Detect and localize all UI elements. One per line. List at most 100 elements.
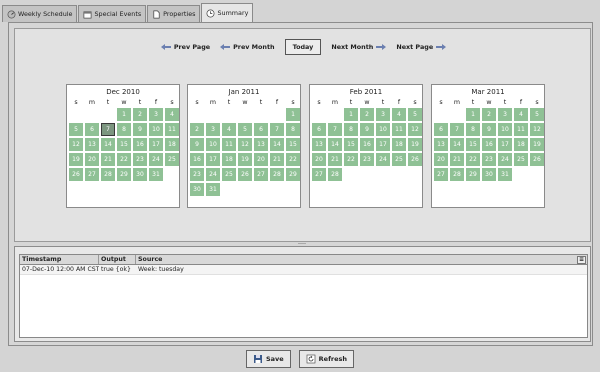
day-cell[interactable]: 4	[165, 108, 179, 121]
day-cell[interactable]: 21	[101, 153, 115, 166]
day-cell[interactable]: 27	[85, 168, 99, 181]
tab-weekly-schedule[interactable]: Weekly Schedule	[2, 5, 78, 22]
day-cell[interactable]: 12	[238, 138, 252, 151]
day-cell[interactable]: 30	[482, 168, 496, 181]
day-cell[interactable]: 22	[117, 153, 131, 166]
day-cell[interactable]: 15	[466, 138, 480, 151]
day-cell[interactable]: 31	[206, 183, 220, 196]
day-cell[interactable]: 17	[206, 153, 220, 166]
day-cell[interactable]: 1	[466, 108, 480, 121]
day-cell[interactable]: 11	[222, 138, 236, 151]
day-cell[interactable]: 25	[514, 153, 528, 166]
day-cell[interactable]: 13	[312, 138, 326, 151]
day-cell[interactable]: 10	[149, 123, 163, 136]
refresh-button[interactable]: Refresh	[298, 350, 355, 368]
day-cell[interactable]: 3	[376, 108, 390, 121]
day-cell[interactable]: 11	[514, 123, 528, 136]
day-cell[interactable]: 7	[270, 123, 284, 136]
day-cell[interactable]: 17	[149, 138, 163, 151]
day-cell[interactable]: 25	[222, 168, 236, 181]
day-cell[interactable]: 28	[328, 168, 342, 181]
today-button[interactable]: Today	[284, 39, 322, 55]
table-row[interactable]: 07-Dec-10 12:00 AM CST true {ok} Week: t…	[20, 265, 587, 275]
day-cell[interactable]: 8	[286, 123, 300, 136]
day-cell[interactable]: 12	[408, 123, 422, 136]
day-cell[interactable]: 5	[238, 123, 252, 136]
day-cell[interactable]: 19	[69, 153, 83, 166]
day-cell[interactable]: 26	[238, 168, 252, 181]
day-cell[interactable]: 14	[101, 138, 115, 151]
day-cell[interactable]: 27	[312, 168, 326, 181]
day-cell[interactable]: 14	[328, 138, 342, 151]
day-cell[interactable]: 3	[498, 108, 512, 121]
day-cell[interactable]: 26	[530, 153, 544, 166]
day-cell[interactable]: 13	[85, 138, 99, 151]
day-cell[interactable]: 30	[133, 168, 147, 181]
day-cell[interactable]: 4	[392, 108, 406, 121]
day-cell[interactable]: 17	[498, 138, 512, 151]
day-cell[interactable]: 26	[69, 168, 83, 181]
day-cell[interactable]: 31	[149, 168, 163, 181]
day-cell[interactable]: 19	[408, 138, 422, 151]
day-cell[interactable]: 2	[482, 108, 496, 121]
day-cell[interactable]: 23	[190, 168, 204, 181]
day-cell[interactable]: 2	[360, 108, 374, 121]
day-cell[interactable]: 15	[286, 138, 300, 151]
prev-month-link[interactable]: Prev Month	[220, 43, 275, 51]
day-cell[interactable]: 24	[149, 153, 163, 166]
day-cell[interactable]: 2	[190, 123, 204, 136]
day-cell[interactable]: 8	[466, 123, 480, 136]
day-cell[interactable]: 19	[238, 153, 252, 166]
day-cell[interactable]: 6	[254, 123, 268, 136]
day-cell[interactable]: 30	[190, 183, 204, 196]
day-cell[interactable]: 17	[376, 138, 390, 151]
column-header-source[interactable]: Source	[136, 255, 576, 264]
day-cell[interactable]: 9	[133, 123, 147, 136]
day-cell[interactable]: 20	[434, 153, 448, 166]
day-cell[interactable]: 12	[69, 138, 83, 151]
day-cell[interactable]: 12	[530, 123, 544, 136]
day-cell[interactable]: 20	[85, 153, 99, 166]
day-cell[interactable]: 26	[408, 153, 422, 166]
day-cell[interactable]: 6	[85, 123, 99, 136]
day-cell[interactable]: 28	[101, 168, 115, 181]
day-cell[interactable]: 9	[360, 123, 374, 136]
day-cell[interactable]: 6	[434, 123, 448, 136]
day-cell[interactable]: 10	[498, 123, 512, 136]
day-cell[interactable]: 22	[466, 153, 480, 166]
day-cell[interactable]: 16	[482, 138, 496, 151]
save-button[interactable]: Save	[245, 350, 291, 368]
day-cell[interactable]: 18	[392, 138, 406, 151]
column-header-timestamp[interactable]: Timestamp	[20, 255, 99, 264]
day-cell[interactable]: 29	[117, 168, 131, 181]
selected-day-cell[interactable]: 7	[101, 123, 115, 136]
day-cell[interactable]: 18	[165, 138, 179, 151]
day-cell[interactable]: 21	[450, 153, 464, 166]
day-cell[interactable]: 2	[133, 108, 147, 121]
day-cell[interactable]: 4	[514, 108, 528, 121]
day-cell[interactable]: 18	[514, 138, 528, 151]
day-cell[interactable]: 5	[530, 108, 544, 121]
day-cell[interactable]: 23	[482, 153, 496, 166]
day-cell[interactable]: 21	[270, 153, 284, 166]
day-cell[interactable]: 8	[344, 123, 358, 136]
day-cell[interactable]: 15	[344, 138, 358, 151]
tab-properties[interactable]: Properties	[147, 5, 201, 22]
day-cell[interactable]: 15	[117, 138, 131, 151]
day-cell[interactable]: 7	[328, 123, 342, 136]
day-cell[interactable]: 11	[392, 123, 406, 136]
day-cell[interactable]: 4	[222, 123, 236, 136]
day-cell[interactable]: 23	[133, 153, 147, 166]
column-menu-icon[interactable]: ≡	[577, 256, 586, 264]
day-cell[interactable]: 9	[190, 138, 204, 151]
day-cell[interactable]: 16	[360, 138, 374, 151]
day-cell[interactable]: 27	[434, 168, 448, 181]
day-cell[interactable]: 23	[360, 153, 374, 166]
day-cell[interactable]: 6	[312, 123, 326, 136]
day-cell[interactable]: 11	[165, 123, 179, 136]
day-cell[interactable]: 1	[344, 108, 358, 121]
day-cell[interactable]: 8	[117, 123, 131, 136]
next-page-link[interactable]: Next Page	[396, 43, 447, 51]
day-cell[interactable]: 14	[450, 138, 464, 151]
tab-special-events[interactable]: Special Events	[78, 5, 147, 22]
